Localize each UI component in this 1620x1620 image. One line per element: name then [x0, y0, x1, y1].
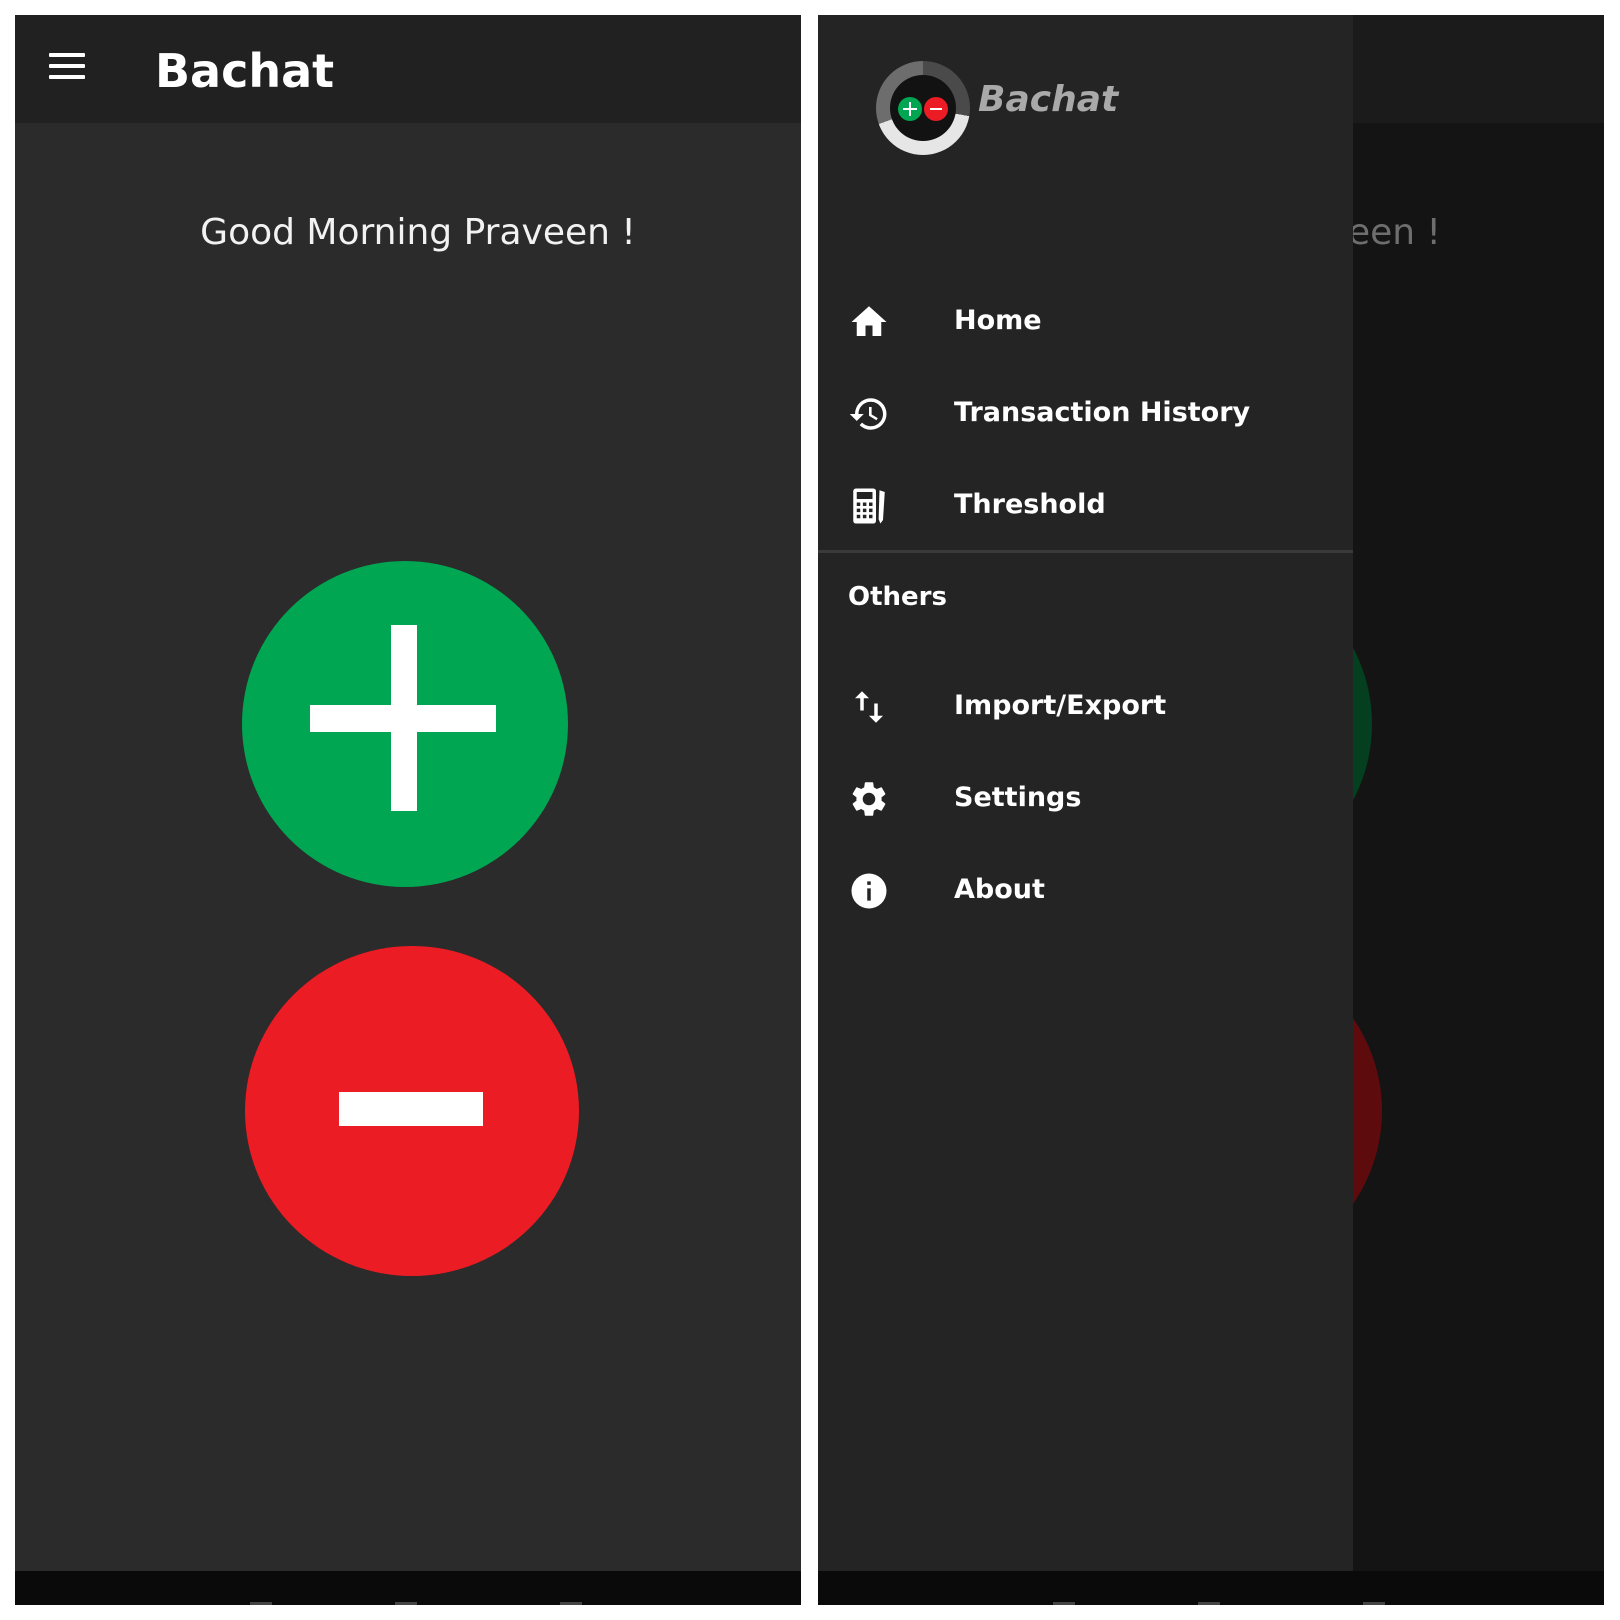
recents-nav-icon[interactable]: [560, 1602, 582, 1605]
nav-item-about[interactable]: About: [818, 854, 1353, 926]
app-title: Bachat: [155, 44, 335, 98]
back-nav-icon[interactable]: [250, 1602, 272, 1605]
recents-nav-icon[interactable]: [1363, 1602, 1385, 1605]
drawer-screen: een ! Bachat Home Transaction History Th…: [818, 15, 1604, 1605]
nav-item-transaction-history[interactable]: Transaction History: [818, 377, 1353, 449]
app-logo: [876, 61, 970, 155]
nav-item-label: Transaction History: [954, 397, 1251, 428]
history-icon: [849, 398, 887, 430]
greeting-text: Good Morning Praveen !: [200, 212, 636, 253]
drawer-divider: [818, 550, 1353, 553]
nav-item-label: Threshold: [954, 489, 1106, 520]
nav-item-label: Home: [954, 305, 1042, 336]
calculator-icon: [853, 488, 885, 524]
back-nav-icon[interactable]: [1053, 1602, 1075, 1605]
system-nav-bar: [15, 1571, 801, 1605]
nav-item-threshold[interactable]: Threshold: [818, 469, 1353, 541]
nav-item-settings[interactable]: Settings: [818, 762, 1353, 834]
section-title-others: Others: [848, 582, 947, 612]
nav-item-home[interactable]: Home: [818, 285, 1353, 357]
import-export-icon: [855, 691, 883, 723]
info-icon: [851, 873, 887, 909]
nav-item-import-export[interactable]: Import/Export: [818, 670, 1353, 742]
home-icon: [851, 306, 887, 336]
nav-item-label: Settings: [954, 782, 1082, 813]
add-income-button[interactable]: [242, 561, 568, 887]
app-bar: Bachat: [15, 15, 801, 123]
home-nav-icon[interactable]: [1198, 1602, 1220, 1605]
home-nav-icon[interactable]: [395, 1602, 417, 1605]
system-nav-bar: [818, 1571, 1604, 1605]
add-expense-button[interactable]: [245, 946, 579, 1276]
drawer-brand-title: Bachat: [978, 79, 1119, 120]
gear-icon: [852, 782, 886, 816]
nav-item-label: Import/Export: [954, 690, 1167, 721]
menu-icon[interactable]: [41, 45, 91, 89]
navigation-drawer: Bachat Home Transaction History Threshol…: [818, 15, 1353, 1571]
home-screen: Bachat Good Morning Praveen !: [15, 15, 801, 1605]
nav-item-label: About: [954, 874, 1045, 905]
